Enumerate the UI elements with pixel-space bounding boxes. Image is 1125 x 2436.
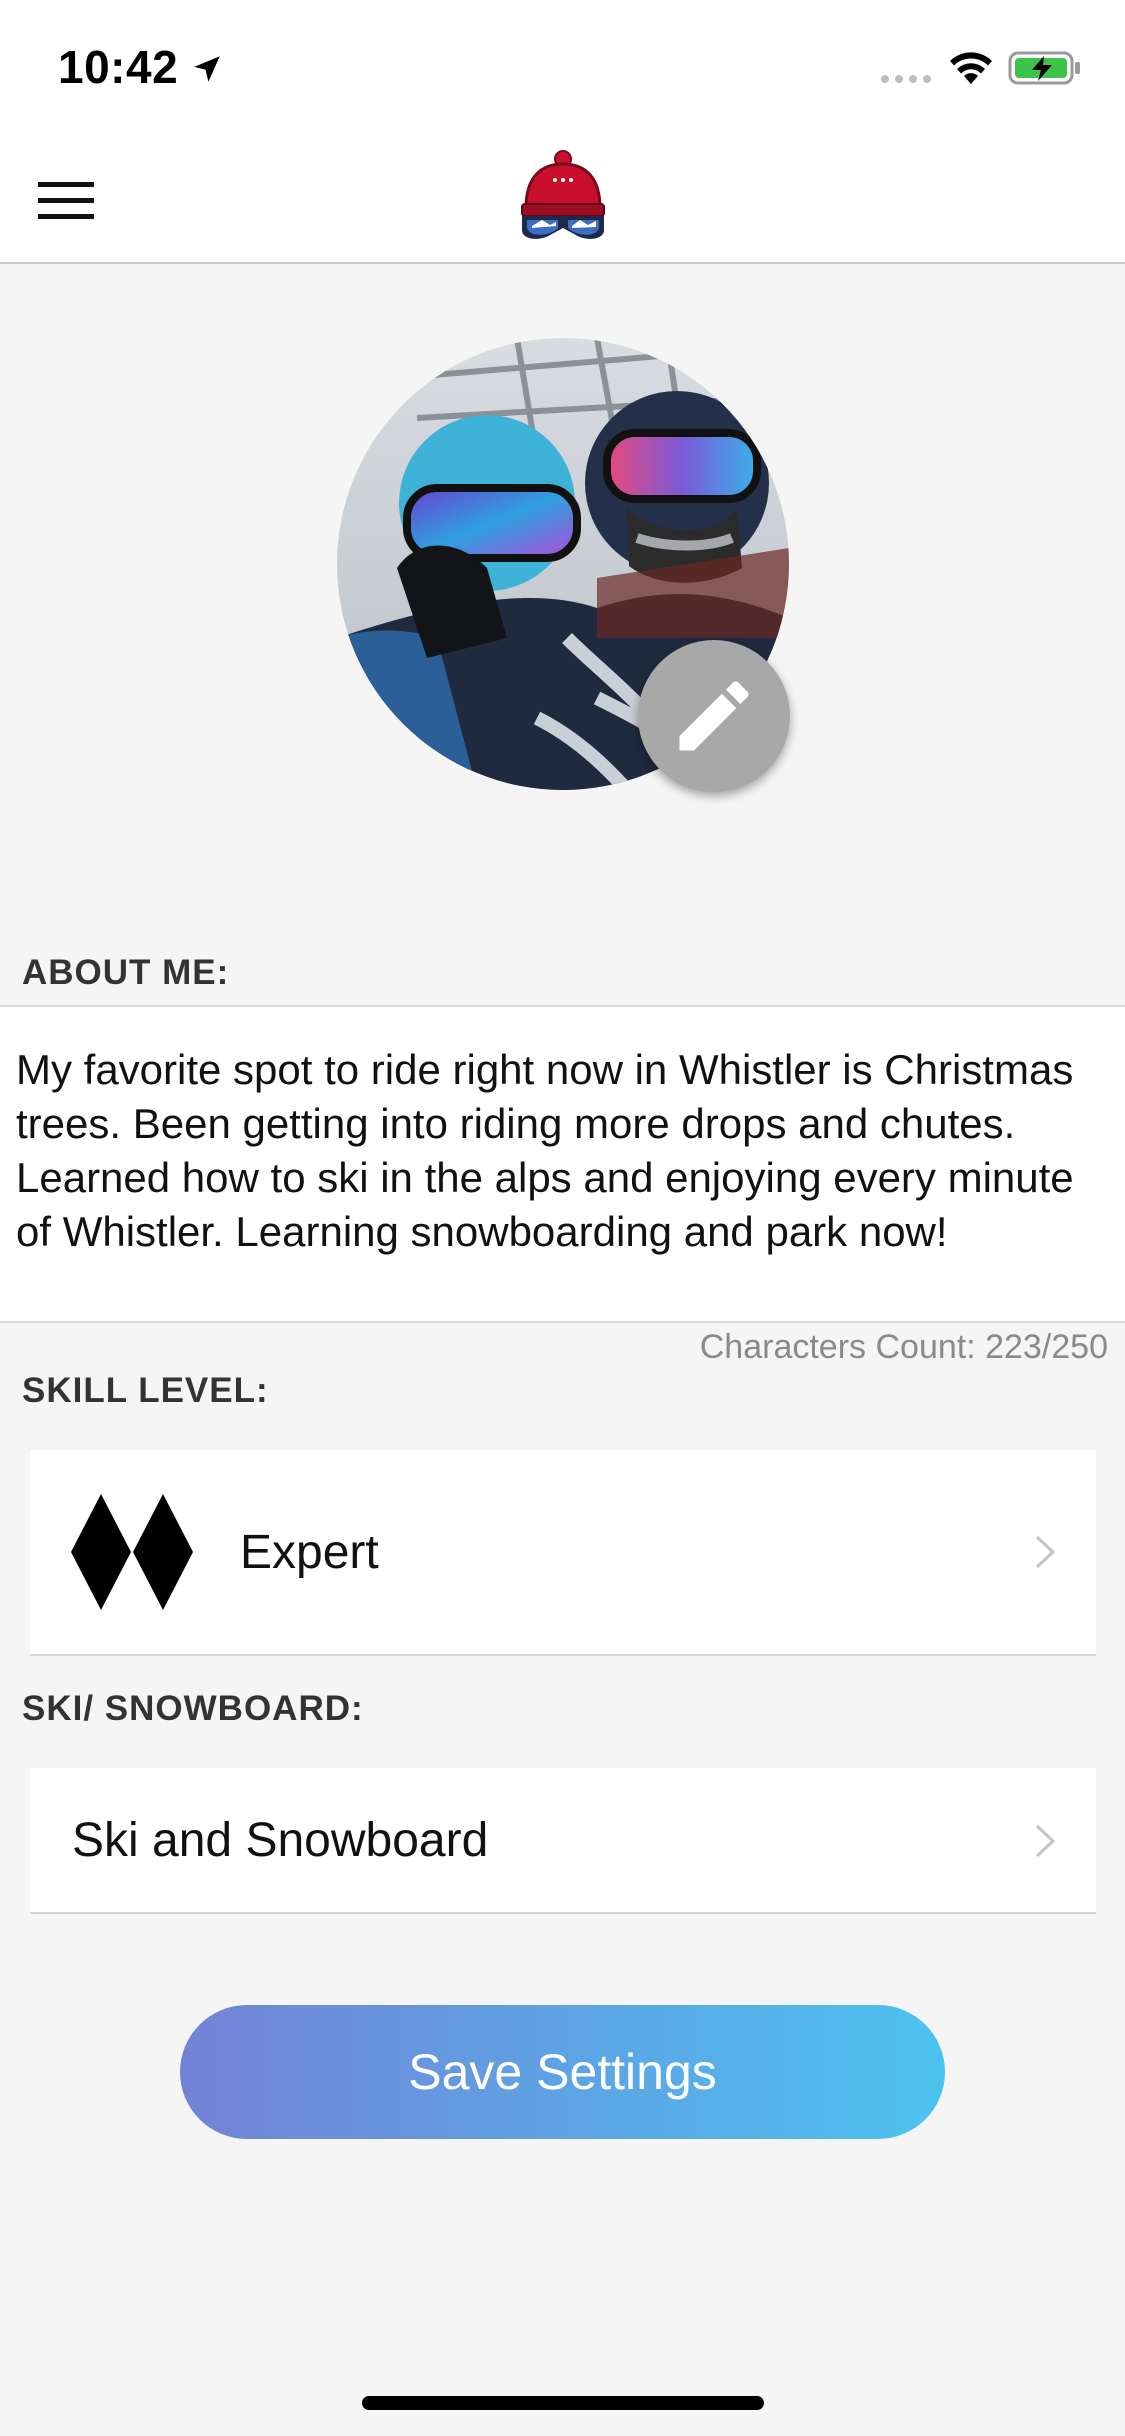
chevron-right-icon [1035, 1535, 1056, 1569]
about-me-textarea[interactable]: My favorite spot to ride right now in Wh… [0, 1005, 1125, 1323]
hamburger-menu-icon[interactable] [38, 180, 94, 220]
wifi-icon [950, 52, 992, 84]
ski-snowboard-label: SKI/ SNOWBOARD: [22, 1689, 364, 1728]
about-me-label: ABOUT ME: [22, 953, 230, 992]
app-logo-icon [521, 150, 605, 239]
home-indicator[interactable] [362, 2396, 764, 2410]
battery-charging-icon [1008, 51, 1080, 85]
cellular-signal-icon [881, 75, 931, 83]
nav-bar [0, 132, 1125, 264]
save-settings-button[interactable]: Save Settings [180, 2005, 945, 2139]
skill-level-selector[interactable]: Expert [30, 1450, 1096, 1656]
location-arrow-icon [194, 56, 220, 82]
skill-level-value: Expert [240, 1526, 379, 1579]
ski-snowboard-value: Ski and Snowboard [72, 1814, 489, 1867]
status-time: 10:42 [58, 41, 179, 93]
double-black-diamond-icon [71, 1494, 193, 1610]
status-bar: 10:42 [0, 0, 1125, 132]
character-count: Characters Count: 223/250 [699, 1328, 1108, 1366]
chevron-right-icon [1035, 1824, 1056, 1858]
skill-level-label: SKILL LEVEL: [22, 1371, 269, 1410]
about-me-text[interactable]: My favorite spot to ride right now in Wh… [16, 1043, 1109, 1259]
ski-snowboard-selector[interactable]: Ski and Snowboard [30, 1768, 1096, 1914]
pencil-icon [679, 681, 749, 751]
edit-photo-button[interactable] [638, 640, 790, 792]
